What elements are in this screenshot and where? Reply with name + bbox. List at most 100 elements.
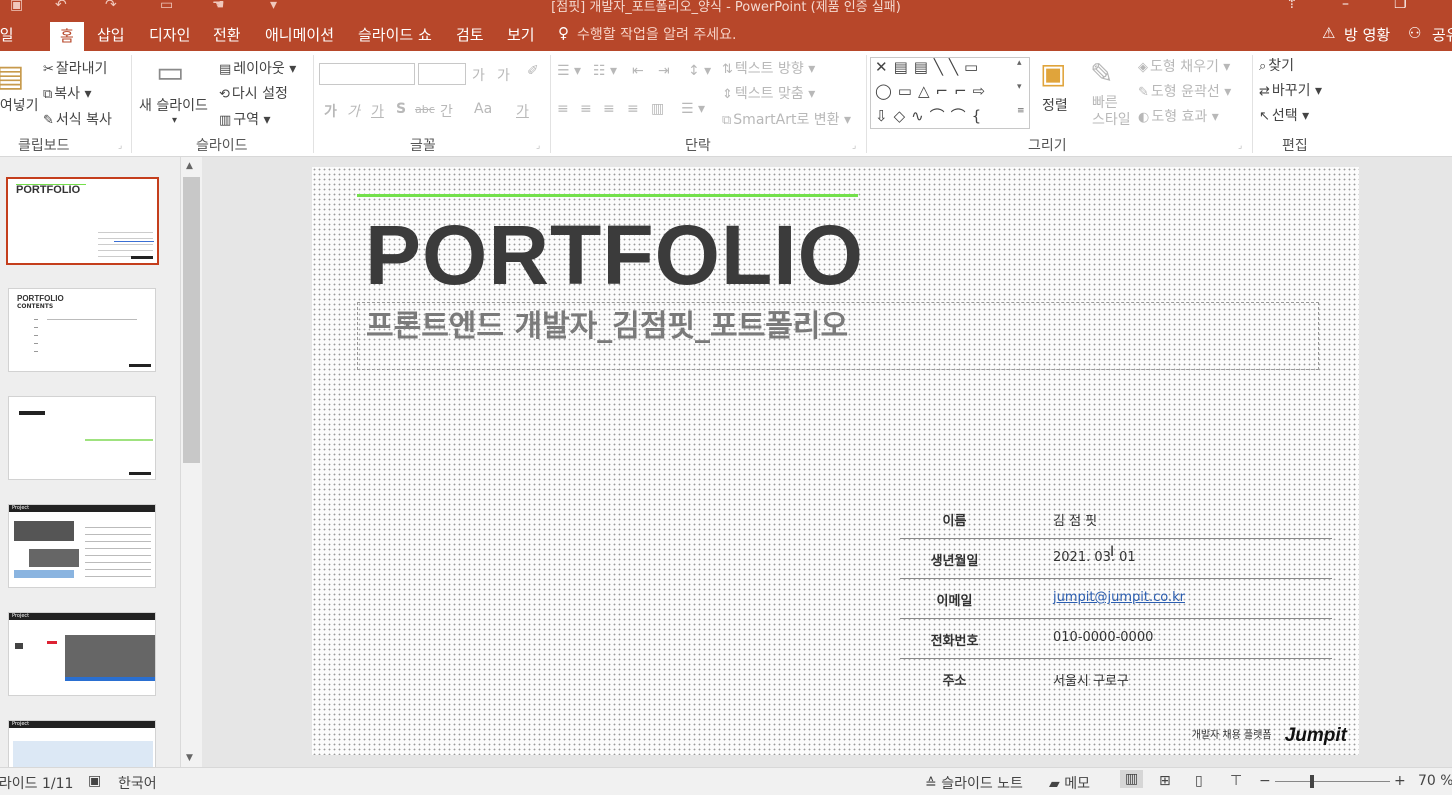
- format-painter-button[interactable]: ✎ 서식 복사: [43, 109, 112, 129]
- italic-button[interactable]: 가: [347, 101, 360, 121]
- tab-slideshow[interactable]: 슬라이드 쇼: [358, 24, 432, 45]
- slideshow-view-icon[interactable]: ⊤: [1230, 773, 1242, 789]
- replace-button[interactable]: ⇄ 바꾸기 ▾: [1259, 80, 1322, 100]
- subtitle-placeholder[interactable]: 프론트엔드 개발자_김점핏_포트폴리오: [357, 302, 1319, 370]
- normal-view-icon[interactable]: ▥: [1120, 770, 1144, 788]
- align-left-icon[interactable]: ≡: [557, 101, 569, 117]
- tab-insert[interactable]: 삽입: [97, 24, 125, 45]
- comments-button[interactable]: ▰ 메모: [1049, 773, 1090, 793]
- chevron-down-icon[interactable]: ▾: [172, 115, 177, 126]
- scroll-down-icon[interactable]: ▼: [186, 753, 193, 763]
- zoom-out-icon[interactable]: −: [1259, 773, 1271, 789]
- distribute-icon[interactable]: ▥: [651, 101, 664, 117]
- font-launcher-icon[interactable]: ⌟: [536, 141, 540, 151]
- shapes-gallery[interactable]: ✕▤▤╲╲▭ ◯▭△⌐⌐⇨ ⇩◇∿⌒⌒{ ▴ ▾ ≡: [870, 57, 1030, 129]
- spellcheck-icon[interactable]: ▣: [88, 773, 101, 789]
- shapes-row-1[interactable]: ✕▤▤╲╲▭: [875, 58, 984, 76]
- justify-icon[interactable]: ≡: [627, 101, 639, 117]
- shape-fill-button[interactable]: ◈ 도형 채우기 ▾: [1138, 56, 1230, 76]
- info-value-email[interactable]: jumpit@jumpit.co.kr: [1053, 590, 1185, 605]
- quick-styles-icon[interactable]: ✎: [1090, 57, 1113, 90]
- slide-sorter-icon[interactable]: ⊞: [1159, 773, 1171, 789]
- columns-icon[interactable]: ☰ ▾: [681, 101, 705, 117]
- copy-button[interactable]: ⧉ 복사 ▾: [43, 83, 92, 103]
- reset-button[interactable]: ⟲ 다시 설정: [219, 83, 288, 103]
- slide-thumbnail-1[interactable]: PORTFOLIO: [6, 177, 159, 265]
- slide-canvas[interactable]: PORTFOLIO 프론트엔드 개발자_김점핏_포트폴리오 이름 김 점 핏 생…: [312, 167, 1359, 755]
- line-spacing-icon[interactable]: ↕ ▾: [688, 63, 711, 79]
- strikethrough-button[interactable]: abc: [415, 103, 435, 116]
- font-grow-button[interactable]: 가: [472, 65, 485, 85]
- ribbon-display-icon[interactable]: ⇡: [1286, 0, 1298, 12]
- cut-button[interactable]: ✂ 잘라내기: [43, 58, 107, 78]
- new-slide-button[interactable]: 새 슬라이드: [139, 95, 208, 115]
- change-case-button[interactable]: Aa: [474, 101, 492, 117]
- tell-me-search[interactable]: 수행할 작업을 알려 주세요.: [577, 24, 736, 44]
- tab-view[interactable]: 보기: [507, 24, 535, 45]
- zoom-level[interactable]: 70 %: [1418, 773, 1452, 789]
- select-button[interactable]: ↖ 선택 ▾: [1259, 105, 1309, 125]
- thumbnail-scrollbar[interactable]: ▲ ▼: [180, 157, 202, 767]
- scroll-up-icon[interactable]: ▲: [186, 161, 193, 171]
- slide-thumbnail-2[interactable]: PORTFOLIO CONTENTS: [8, 288, 156, 372]
- find-button[interactable]: ⌕ 찾기: [1259, 55, 1294, 75]
- slide-thumbnail-5[interactable]: Project: [8, 612, 156, 696]
- info-value-address[interactable]: 서울시 구로구: [1053, 670, 1129, 689]
- layout-button[interactable]: ▤ 레이아웃 ▾: [219, 58, 296, 78]
- font-size-input[interactable]: [418, 63, 466, 85]
- clipboard-launcher-icon[interactable]: ⌟: [118, 141, 122, 151]
- tab-animations[interactable]: 애니메이션: [265, 24, 334, 45]
- tab-review[interactable]: 검토: [456, 24, 484, 45]
- gallery-more-icon[interactable]: ≡: [1017, 106, 1025, 116]
- drawing-launcher-icon[interactable]: ⌟: [1238, 141, 1242, 151]
- bold-button[interactable]: 가: [324, 101, 337, 121]
- notes-button[interactable]: ≙ 슬라이드 노트: [925, 773, 1023, 793]
- tab-transitions[interactable]: 전환: [213, 24, 241, 45]
- bullets-icon[interactable]: ☰ ▾: [557, 63, 581, 79]
- arrange-icon[interactable]: ▣: [1040, 57, 1066, 90]
- align-text-button[interactable]: ⇕ 텍스트 맞춤 ▾: [722, 83, 815, 103]
- info-value-phone[interactable]: 010-0000-0000: [1053, 630, 1153, 645]
- increase-indent-icon[interactable]: ⇥: [658, 63, 670, 79]
- underline-button[interactable]: 가: [371, 101, 384, 121]
- share-icon[interactable]: ⚇: [1408, 24, 1421, 42]
- align-center-icon[interactable]: ≡: [580, 101, 592, 117]
- maximize-icon[interactable]: ❐: [1394, 0, 1407, 12]
- tab-home[interactable]: 홈: [50, 22, 84, 51]
- zoom-slider-handle[interactable]: [1310, 775, 1314, 788]
- gallery-scroll-up-icon[interactable]: ▴: [1017, 58, 1022, 68]
- slide-title[interactable]: PORTFOLIO: [365, 207, 864, 304]
- warning-label[interactable]: 방 영황: [1344, 24, 1390, 45]
- quick-styles-button[interactable]: 빠른 스타일: [1092, 95, 1132, 129]
- gallery-scroll-down-icon[interactable]: ▾: [1017, 82, 1022, 92]
- font-shrink-button[interactable]: 가: [497, 65, 510, 85]
- slide-thumbnail-4[interactable]: Project: [8, 504, 156, 588]
- font-color-button[interactable]: 가: [516, 101, 529, 121]
- slide-subtitle[interactable]: 프론트엔드 개발자_김점핏_포트폴리오: [366, 301, 848, 345]
- zoom-slider[interactable]: [1275, 781, 1390, 782]
- decrease-indent-icon[interactable]: ⇤: [632, 63, 644, 79]
- shapes-row-2[interactable]: ◯▭△⌐⌐⇨: [875, 82, 991, 100]
- slide-thumbnail-6[interactable]: Project: [8, 720, 156, 770]
- info-value-birthdate[interactable]: 2021. 03. 01: [1053, 550, 1136, 565]
- minimize-icon[interactable]: –: [1342, 0, 1349, 12]
- shadow-button[interactable]: S: [396, 101, 406, 117]
- paste-button[interactable]: 붙여넣기: [0, 95, 39, 115]
- info-value-name[interactable]: 김 점 핏: [1053, 510, 1097, 529]
- arrange-button[interactable]: 정렬: [1042, 95, 1068, 115]
- shape-effects-button[interactable]: ◐ 도형 효과 ▾: [1138, 106, 1219, 126]
- section-button[interactable]: ▥ 구역 ▾: [219, 109, 271, 129]
- char-spacing-button[interactable]: 간: [440, 101, 453, 121]
- shape-outline-button[interactable]: ✎ 도형 윤곽선 ▾: [1138, 81, 1231, 101]
- share-label[interactable]: 공유: [1432, 24, 1452, 45]
- language-indicator[interactable]: 한국어: [118, 773, 157, 793]
- text-direction-button[interactable]: ⇅ 텍스트 방향 ▾: [722, 58, 815, 78]
- shapes-row-3[interactable]: ⇩◇∿⌒⌒{: [875, 105, 987, 126]
- tab-file[interactable]: 파일: [0, 24, 14, 45]
- paragraph-launcher-icon[interactable]: ⌟: [852, 141, 856, 151]
- slide-thumbnail-3[interactable]: [8, 396, 156, 480]
- smartart-button[interactable]: ⧉ SmartArt로 변환 ▾: [722, 109, 851, 129]
- paste-icon[interactable]: ▤: [0, 59, 24, 94]
- font-name-input[interactable]: [319, 63, 415, 85]
- new-slide-icon[interactable]: ▭: [156, 55, 184, 90]
